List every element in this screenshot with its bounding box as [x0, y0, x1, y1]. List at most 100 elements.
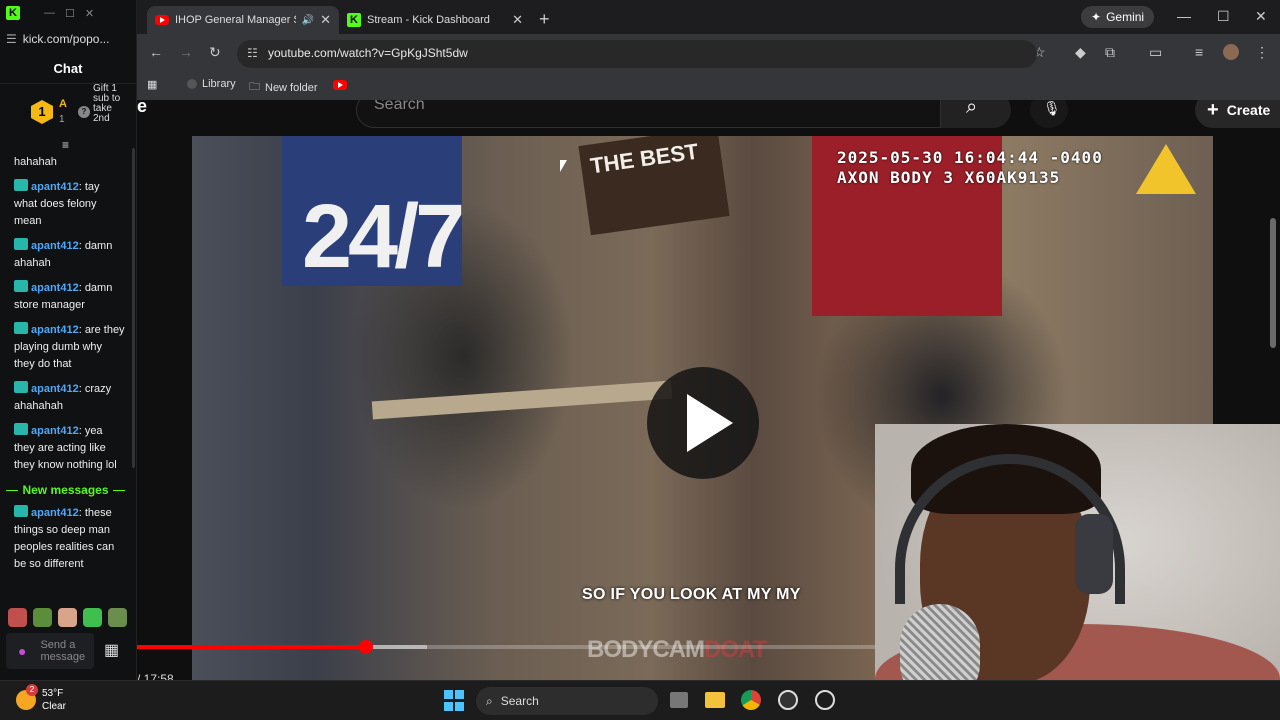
youtube-search-input[interactable]: [356, 100, 941, 128]
task-view-icon[interactable]: [670, 692, 688, 708]
chat-username[interactable]: apant412: [31, 324, 79, 336]
tab-close-icon[interactable]: ✕: [512, 12, 523, 28]
chat-menu-icon[interactable]: ≡: [62, 138, 69, 152]
chat-username[interactable]: apant412: [31, 240, 79, 252]
obs-taskbar-icon[interactable]: [778, 690, 798, 710]
create-button[interactable]: + Create: [1195, 100, 1280, 128]
progress-scrubber[interactable]: [358, 640, 373, 654]
voice-search-button[interactable]: 🎙: [1030, 100, 1068, 128]
chat-message: apant412: yea they are acting like they …: [14, 423, 125, 474]
poster-text: 24/7: [302, 187, 465, 287]
minimize-icon[interactable]: —: [44, 7, 55, 19]
subscriber-badge-icon: [14, 505, 28, 517]
extension-icon[interactable]: ◆: [1075, 44, 1086, 61]
tab-youtube[interactable]: IHOP General Manager Ste 🔊 ✕: [147, 6, 339, 34]
bookmark-library[interactable]: Library: [187, 78, 236, 90]
chat-username[interactable]: apant412: [31, 425, 79, 437]
kick-address-bar[interactable]: ☰ kick.com/popo...: [0, 26, 136, 52]
bodycam-overlay: 2025-05-30 16:04:44 -0400 AXON BODY 3 X6…: [837, 148, 1103, 188]
site-info-icon[interactable]: ☷: [247, 46, 258, 60]
extensions-puzzle-icon[interactable]: ⧉: [1105, 44, 1115, 61]
microphone-icon[interactable]: ●: [18, 643, 26, 659]
reload-button[interactable]: ↻: [209, 44, 221, 61]
taskbar-search[interactable]: ⌕ Search: [476, 687, 658, 715]
emote-picker-icon[interactable]: ▦: [104, 640, 119, 660]
emote-icon[interactable]: [58, 608, 77, 627]
close-icon[interactable]: ✕: [1255, 8, 1267, 25]
app-taskbar-icon[interactable]: [815, 690, 835, 710]
tab-close-icon[interactable]: ✕: [320, 12, 331, 28]
kick-titlebar: K — ☐ ✕: [0, 0, 136, 26]
chat-scrollbar[interactable]: [132, 148, 135, 468]
tab-search-icon[interactable]: ▭: [1149, 44, 1162, 61]
chrome-menu-icon[interactable]: ⋮: [1255, 44, 1269, 61]
taskbar-search-label: Search: [500, 694, 539, 708]
leaderboard-count: 1: [59, 114, 65, 125]
youtube-search-button[interactable]: ⌕: [941, 100, 1011, 128]
gemini-button[interactable]: ✦ Gemini: [1081, 6, 1155, 28]
chat-username[interactable]: apant412: [31, 383, 79, 395]
message-text: hahahah: [14, 156, 57, 168]
microphone-icon: 🎙: [1043, 100, 1061, 116]
bodycam-timestamp: 2025-05-30 16:04:44 -0400: [837, 148, 1103, 167]
start-button[interactable]: [444, 690, 466, 712]
emote-icon[interactable]: [108, 608, 127, 627]
chat-username[interactable]: apant412: [31, 181, 79, 193]
chat-username[interactable]: apant412: [31, 507, 79, 519]
play-button[interactable]: [647, 367, 759, 479]
bookmark-new-folder[interactable]: 🗀 New folder: [249, 78, 318, 97]
weather-badge: 2: [26, 684, 38, 696]
tab-strip: IHOP General Manager Ste 🔊 ✕ K Stream - …: [137, 0, 1280, 34]
bookmark-label: New folder: [265, 81, 318, 94]
tab-title: Stream - Kick Dashboard: [367, 14, 490, 26]
emote-icon[interactable]: [8, 608, 27, 627]
forward-button[interactable]: →: [179, 44, 193, 60]
subscriber-badge-icon: [14, 322, 28, 334]
chat-input-placeholder: Send a message: [40, 639, 86, 663]
streamer-webcam: [875, 424, 1280, 720]
kick-logo-icon: K: [6, 6, 20, 20]
watermark-a: BODYCAM: [587, 636, 705, 663]
headphone-cup: [1075, 514, 1113, 594]
site-settings-icon[interactable]: ☰: [6, 32, 17, 46]
create-label: Create: [1226, 102, 1271, 118]
chat-message: apant412: tay what does felony mean: [14, 179, 125, 230]
new-messages-label: New messages: [22, 483, 109, 497]
weather-desc: Clear: [42, 701, 66, 712]
youtube-search-placeholder: Search: [374, 100, 425, 113]
apps-grid-icon[interactable]: ▦: [147, 78, 157, 91]
youtube-icon: [155, 15, 169, 25]
kick-chat-window: K — ☐ ✕ ☰ kick.com/popo... Chat 1 A 1 ? …: [0, 0, 137, 680]
search-icon: ⌕: [966, 100, 978, 118]
audio-playing-icon[interactable]: 🔊: [302, 15, 314, 26]
gemini-icon: ✦: [1091, 10, 1102, 24]
gemini-label: Gemini: [1106, 10, 1145, 24]
profile-avatar[interactable]: [1223, 44, 1239, 60]
media-control-icon[interactable]: ≡: [1195, 44, 1203, 60]
tab-kick-dashboard[interactable]: K Stream - Kick Dashboard ✕: [339, 6, 531, 34]
emote-icon[interactable]: [33, 608, 52, 627]
bookmark-label: Library: [202, 78, 236, 90]
close-icon[interactable]: ✕: [85, 7, 94, 20]
maximize-icon[interactable]: ☐: [1217, 8, 1230, 25]
emote-icon[interactable]: [83, 608, 102, 627]
chat-message: apant412: damn store manager: [14, 280, 125, 314]
new-messages-divider[interactable]: New messages: [6, 482, 125, 499]
bookmark-youtube[interactable]: [333, 80, 347, 90]
maximize-icon[interactable]: ☐: [65, 7, 75, 20]
chrome-taskbar-icon[interactable]: [741, 690, 761, 710]
page-scrollbar[interactable]: [1270, 218, 1276, 348]
chat-message: apant412: these things so deep man peopl…: [14, 505, 125, 573]
chat-username[interactable]: apant412: [31, 282, 79, 294]
gift-icon: ?: [78, 106, 90, 118]
youtube-logo[interactable]: e: [137, 100, 147, 117]
chat-message: apant412: damn ahahah: [14, 238, 125, 272]
minimize-icon[interactable]: —: [1177, 8, 1191, 24]
weather-widget[interactable]: 2 53°F Clear: [16, 684, 66, 713]
chat-input[interactable]: ● Send a message: [6, 633, 94, 669]
tab-title: IHOP General Manager Ste: [175, 14, 296, 26]
new-tab-button[interactable]: +: [539, 9, 550, 30]
gift-sub-button[interactable]: Gift 1 sub to take 2nd: [93, 84, 123, 124]
file-explorer-icon[interactable]: [705, 692, 725, 708]
back-button[interactable]: ←: [149, 44, 163, 60]
